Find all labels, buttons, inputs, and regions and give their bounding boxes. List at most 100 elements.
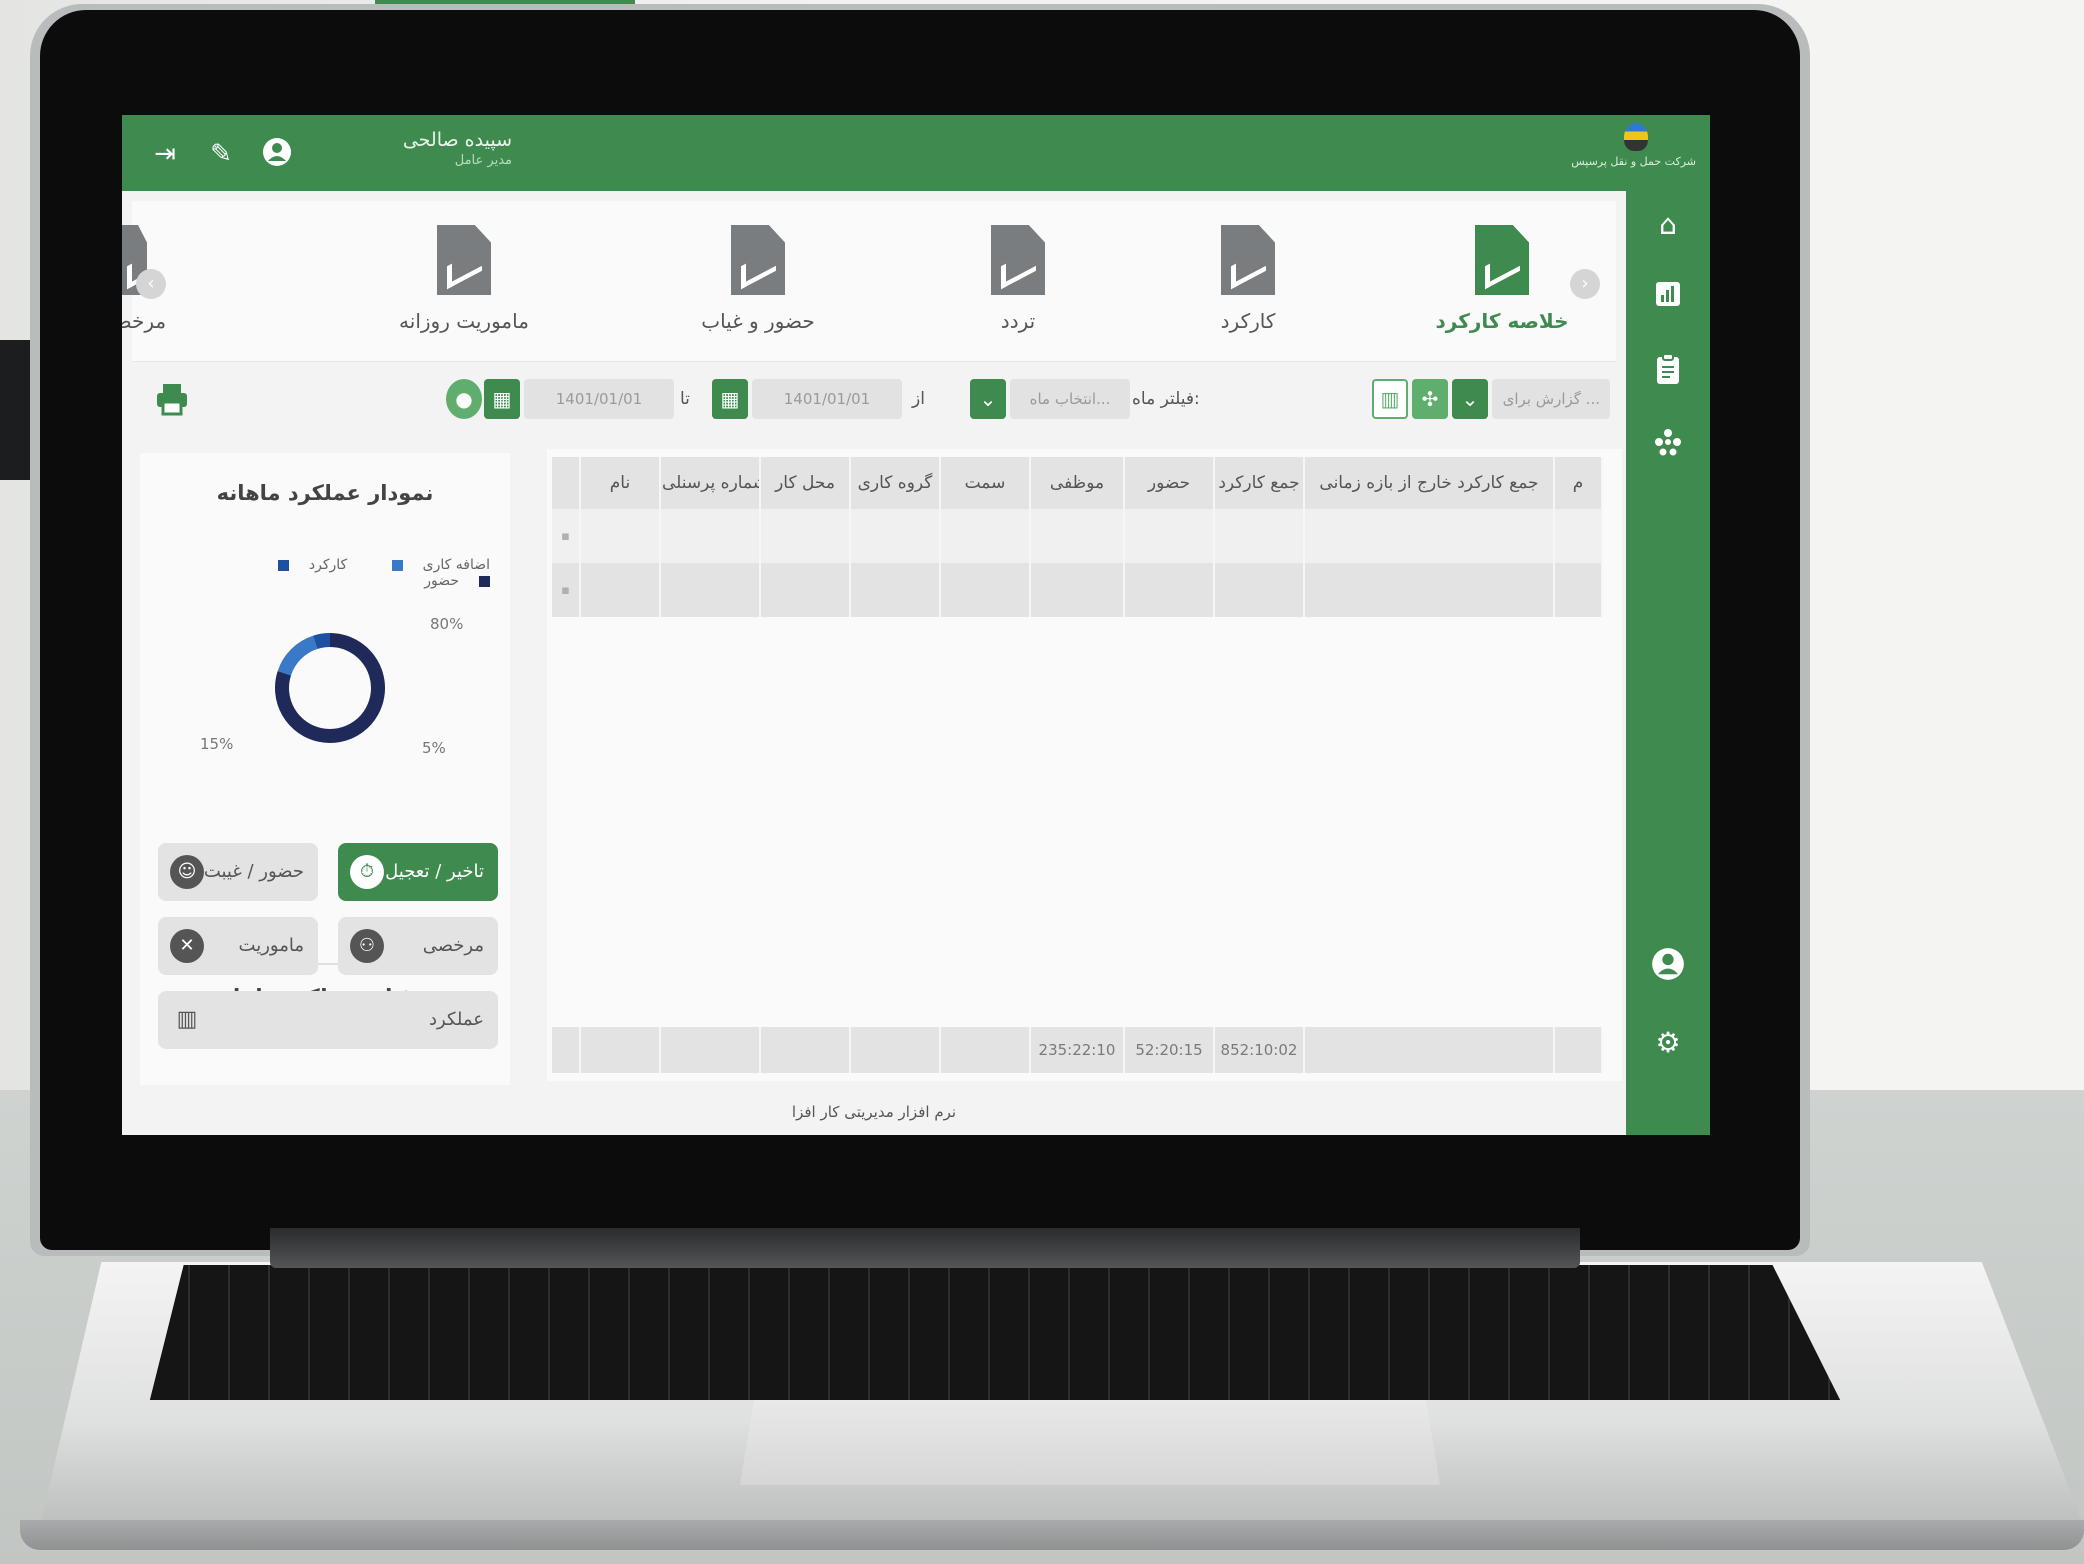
table-header-row: نام شماره پرسنلی محل کار گروه کاری سمت م… (552, 457, 1603, 509)
clipboard-icon[interactable] (1648, 353, 1688, 393)
table-header[interactable]: جمع کارکرد خارج از بازه زمانی (1304, 457, 1555, 509)
month-select[interactable]: انتخاب ماه... (1010, 379, 1130, 419)
chart-icon[interactable] (1648, 279, 1688, 319)
footer-text: نرم افزار مدیریتی کار افزا (791, 1103, 957, 1121)
month-filter-label: فیلتر ماه: (1132, 389, 1200, 409)
user-info: سپیده صالحی مدیر عامل (332, 129, 512, 168)
table-cell (760, 563, 851, 617)
table-header[interactable]: م (1554, 457, 1603, 509)
table-header[interactable]: نام (580, 457, 661, 509)
table-header[interactable]: موظفی (1030, 457, 1125, 509)
leave-button-label: مرخصی (422, 935, 484, 956)
module-daily-mission[interactable]: ماموریت روزانه (364, 213, 564, 353)
chevron-down-icon[interactable]: ⌄ (1452, 379, 1488, 419)
user-clock-icon: ☺ (170, 855, 204, 889)
legend-item: اضافه کاری (372, 557, 490, 573)
table-row[interactable]: ▪ (552, 509, 1603, 563)
refresh-icon[interactable]: ● (446, 379, 482, 419)
chart-legend: اضافه کاری کارکرد حضور (160, 557, 490, 589)
home-icon[interactable]: ⌂ (1648, 205, 1688, 245)
table-cell (940, 509, 1031, 563)
table-cell (660, 563, 761, 617)
from-date-input[interactable]: 1401/01/01 (752, 379, 902, 419)
chart-document-icon (1475, 225, 1529, 295)
table-cell (660, 509, 761, 563)
table-cell (1214, 509, 1305, 563)
calendar-icon[interactable]: ▦ (484, 379, 520, 419)
mission-button-label: ماموریت (238, 935, 304, 956)
table-cell (1304, 563, 1555, 617)
table-header[interactable]: گروه کاری (850, 457, 941, 509)
filter-bar: گزارش برای ... ⌄ ✣ ▥ فیلتر ماه: انتخاب م… (132, 369, 1616, 429)
document-arrow-icon (991, 225, 1045, 295)
org-filter-icon[interactable]: ✣ (1412, 379, 1448, 419)
summary-table-panel: نام شماره پرسنلی محل کار گروه کاری سمت م… (547, 449, 1622, 1081)
module-attendance[interactable]: حضور و غیاب (658, 213, 858, 353)
table-footer: 235:22:10 52:20:15 852:10:02 (552, 1027, 1603, 1073)
legend-swatch (391, 559, 403, 571)
leave-button[interactable]: ⚇ مرخصی (338, 917, 498, 975)
table-footer-row: 235:22:10 52:20:15 852:10:02 (552, 1027, 1603, 1073)
right-sidebar: ⌂ ⚙ (1626, 191, 1710, 1135)
module-navigation: › خلاصه کارکرد کارکرد تردد حضور و غیاب م… (122, 201, 1616, 362)
module-work-summary[interactable]: خلاصه کارکرد (1402, 213, 1602, 353)
laptop-hinge (270, 1228, 1580, 1268)
user-remove-icon: ✕ (170, 929, 204, 963)
brand: شرکت حمل و نقل پرسپس (1566, 123, 1696, 168)
table-cell (580, 509, 661, 563)
module-traffic[interactable]: تردد (918, 213, 1118, 353)
module-work[interactable]: کارکرد (1148, 213, 1348, 353)
table-cell (940, 563, 1031, 617)
delay-button-label: تاخیر / تعجیل (385, 861, 484, 882)
row-marker[interactable]: ▪ (552, 509, 581, 563)
table-footer-cell (580, 1027, 661, 1073)
settings-gear-icon[interactable]: ⚙ (1648, 1023, 1688, 1063)
user-name: سپیده صالحی (402, 129, 512, 151)
table-header[interactable]: شماره پرسنلی (660, 457, 761, 509)
to-date-input[interactable]: 1401/01/01 (524, 379, 674, 419)
chevron-down-icon[interactable]: ⌄ (970, 379, 1006, 419)
total-value: 235:22:10 (1030, 1027, 1125, 1073)
presence-button[interactable]: ☺ حضور / غیبت (158, 843, 318, 901)
table-footer-cell (850, 1027, 941, 1073)
module-label: حضور و غیاب (701, 309, 815, 333)
report-for-select[interactable]: گزارش برای ... (1492, 379, 1610, 419)
legend-item: کارکرد (258, 557, 347, 573)
top-bar: ⇥ ✎ سپیده صالحی مدیر عامل شرکت حمل و نقل… (122, 115, 1710, 191)
table-cell (1030, 509, 1125, 563)
table-cell (580, 563, 661, 617)
row-marker[interactable]: ▪ (552, 563, 581, 617)
chevron-left-icon[interactable]: ‹ (136, 269, 166, 299)
laptop-keyboard (150, 1265, 1840, 1400)
table-header[interactable]: محل کار (760, 457, 851, 509)
module-label: ماموریت روزانه (399, 309, 529, 333)
org-chart-icon[interactable] (1648, 427, 1688, 467)
user-icon[interactable] (260, 137, 294, 171)
table-header[interactable]: جمع کارکرد (1214, 457, 1305, 509)
chart-title: نمودار عملکرد ماهانه (216, 481, 434, 505)
legend-item: حضور (404, 573, 490, 589)
table-header[interactable]: حضور (1124, 457, 1215, 509)
edit-icon[interactable]: ✎ (204, 137, 238, 171)
printer-icon[interactable] (152, 381, 192, 421)
table-header-select (552, 457, 581, 509)
performance-button[interactable]: ▥ عملکرد (158, 991, 498, 1049)
calendar-icon[interactable]: ▦ (712, 379, 748, 419)
chart-toggle-icon[interactable]: ▥ (1372, 379, 1408, 419)
donut-slice (313, 633, 331, 650)
logout-icon[interactable]: ⇥ (148, 137, 182, 171)
mission-button[interactable]: ✕ ماموریت (158, 917, 318, 975)
table-row[interactable]: ▪ (552, 563, 1603, 617)
table-footer-cell (552, 1027, 581, 1073)
document-add-icon (731, 225, 785, 295)
profile-icon[interactable] (1648, 947, 1688, 987)
table-footer-cell (1554, 1027, 1603, 1073)
table-header[interactable]: سمت (940, 457, 1031, 509)
delay-button[interactable]: ⏱ تاخیر / تعجیل (338, 843, 498, 901)
legend-label: حضور (424, 573, 459, 589)
slice-label: 5% (422, 739, 446, 757)
slice-label: 80% (430, 615, 464, 633)
performance-button-label: عملکرد (429, 1009, 484, 1030)
module-label: کارکرد (1220, 309, 1276, 333)
table-footer-cell (660, 1027, 761, 1073)
